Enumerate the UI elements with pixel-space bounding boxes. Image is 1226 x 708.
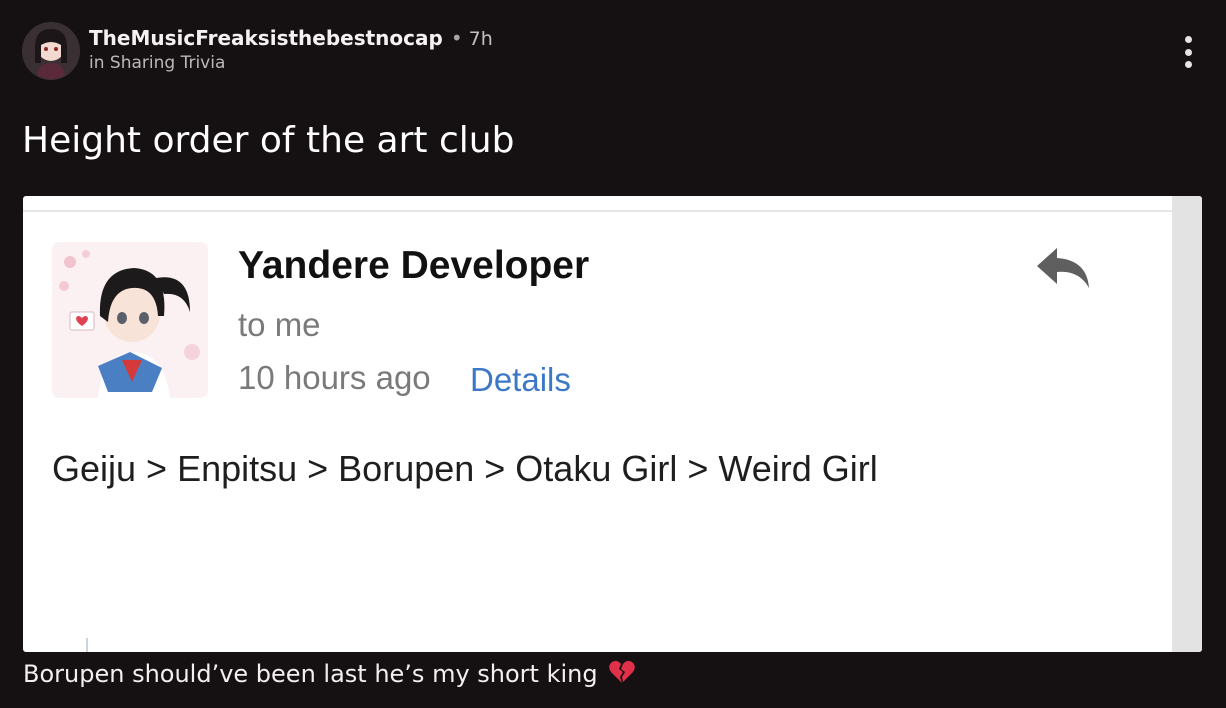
scrollbar xyxy=(1172,196,1202,652)
author-name[interactable]: TheMusicFreaksisthebestnocap xyxy=(89,26,443,50)
post-title: Height order of the art club xyxy=(22,120,515,161)
more-vertical-icon[interactable] xyxy=(1180,36,1196,68)
menu-dot xyxy=(1184,61,1192,68)
menu-dot xyxy=(1184,48,1192,56)
email-body: Geiju > Enpitsu > Borupen > Otaku Girl >… xyxy=(52,448,878,489)
post-header: TheMusicFreaksisthebestnocap • 7h in Shari… xyxy=(22,20,1226,84)
recipient-label: to me xyxy=(238,306,321,343)
author-line: TheMusicFreaksisthebestnocap • 7h xyxy=(89,26,493,50)
meta-separator: • xyxy=(450,26,463,50)
author-avatar[interactable] xyxy=(22,22,80,80)
menu-dot xyxy=(1184,36,1192,43)
reply-arrow-icon[interactable] xyxy=(1033,244,1093,290)
text-cursor xyxy=(86,638,88,652)
sender-avatar xyxy=(52,242,208,398)
divider xyxy=(23,210,1172,212)
broken-heart-glyph xyxy=(609,660,636,683)
post: TheMusicFreaksisthebestnocap • 7h in Shari… xyxy=(0,0,1226,708)
sender-name: Yandere Developer xyxy=(238,244,590,287)
broken-heart-icon xyxy=(609,660,636,690)
details-link[interactable]: Details xyxy=(470,361,571,399)
post-age: 7h xyxy=(468,28,493,50)
reply-arrow-glyph xyxy=(1037,248,1089,288)
post-image[interactable]: Yandere Developer to me 10 hours ago Det… xyxy=(23,196,1202,652)
email-timestamp: 10 hours ago xyxy=(238,359,431,396)
caption-text: Borupen should’ve been last he’s my shor… xyxy=(23,660,598,688)
post-caption: Borupen should’ve been last he’s my shor… xyxy=(23,660,636,690)
avatar-image xyxy=(23,23,79,79)
sender-avatar-image xyxy=(52,242,208,398)
community-link[interactable]: in Sharing Trivia xyxy=(89,53,225,73)
